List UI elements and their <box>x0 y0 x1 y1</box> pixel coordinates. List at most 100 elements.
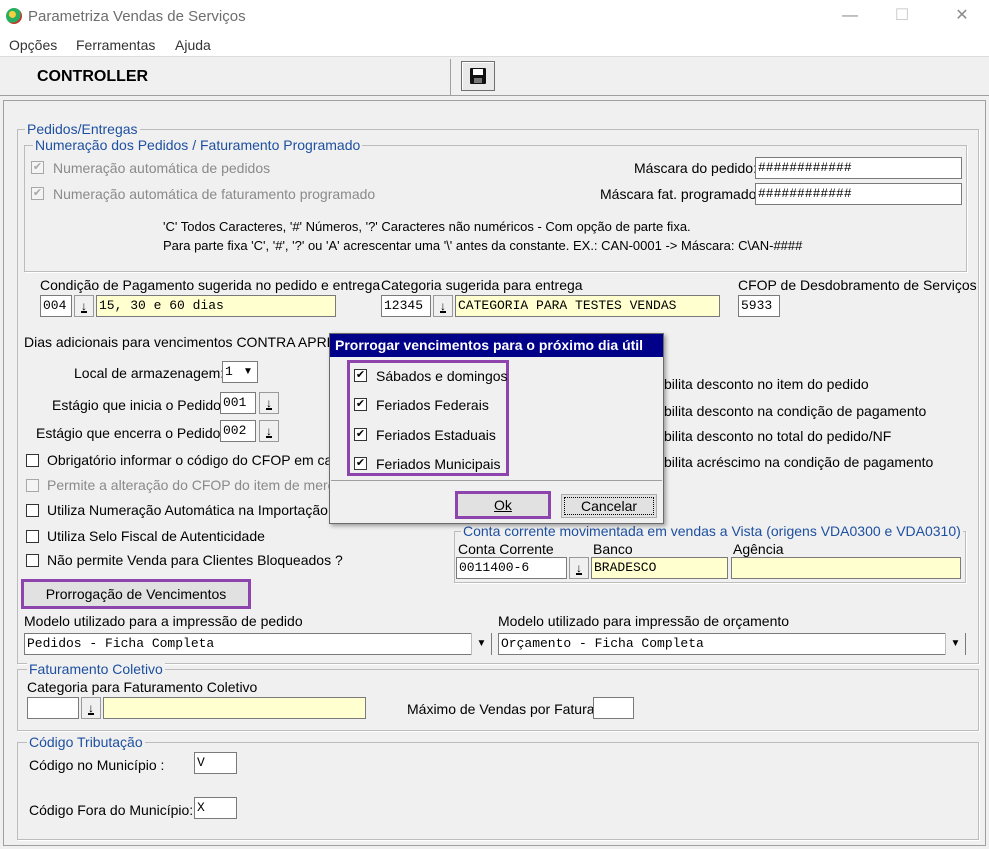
conta-lookup-button[interactable]: ↓ <box>569 557 589 579</box>
cfop-obrigatorio-label: Obrigatório informar o código do CFOP em… <box>47 452 348 468</box>
floppy-disk-icon <box>470 68 486 84</box>
clientes-bloqueados-checkbox[interactable] <box>26 554 39 567</box>
estagio-fim-label: Estágio que encerra o Pedido: <box>36 425 225 441</box>
codigo-fora-field[interactable]: X <box>194 797 237 819</box>
num-auto-import-checkbox[interactable] <box>26 504 39 517</box>
acrescimo-condicao-label: bilita acréscimo na condição de pagament… <box>664 454 934 470</box>
auto-fat-label: Numeração automática de faturamento prog… <box>53 186 376 202</box>
menu-bar: Opções Ferramentas Ajuda <box>0 34 989 56</box>
selo-fiscal-checkbox[interactable] <box>26 530 39 543</box>
modelo-orc-value: Orçamento - Ficha Completa <box>501 636 704 651</box>
mascara-fat-field[interactable]: ############ <box>755 183 962 205</box>
chevron-down-icon[interactable]: ▼ <box>945 633 965 655</box>
download-arrow-icon: ↓ <box>440 299 446 313</box>
cfop-field[interactable]: 5933 <box>738 295 780 317</box>
categoria-label: Categoria sugerida para entrega <box>381 277 583 293</box>
cancel-button[interactable]: Cancelar <box>561 494 657 518</box>
estagio-ini-lookup-button[interactable]: ↓ <box>259 392 279 414</box>
menu-ajuda[interactable]: Ajuda <box>175 37 211 53</box>
ok-button[interactable]: Ok <box>455 491 551 519</box>
agencia-field <box>731 557 961 579</box>
pedidos-legend: Pedidos/Entregas <box>25 121 140 137</box>
categoria-lookup-button[interactable]: ↓ <box>433 295 453 317</box>
feriados-federais-checkbox[interactable]: ✔ <box>354 398 367 411</box>
local-value: 1 <box>225 364 233 379</box>
chevron-down-icon[interactable]: ▼ <box>471 633 491 655</box>
selo-fiscal-label: Utiliza Selo Fiscal de Autenticidade <box>47 528 265 544</box>
cond-pag-label: Condição de Pagamento sugerida no pedido… <box>40 277 381 293</box>
coletivo-categoria-code-field[interactable] <box>27 697 79 719</box>
desconto-condicao-label: bilita desconto na condição de pagamento <box>664 403 927 419</box>
modelo-pedido-label: Modelo utilizado para a impressão de ped… <box>24 613 303 629</box>
num-auto-import-label: Utiliza Numeração Automática na Importaç… <box>47 502 340 518</box>
mascara-help-1: 'C' Todos Caracteres, '#' Números, '?' C… <box>163 219 691 234</box>
agencia-label: Agência <box>733 541 784 557</box>
clientes-bloqueados-label: Não permite Venda para Clientes Bloquead… <box>47 552 343 568</box>
mascara-fat-label: Máscara fat. programado: <box>600 186 761 202</box>
estagio-ini-label: Estágio que inicia o Pedido: <box>52 397 225 413</box>
codigo-municipio-field[interactable]: V <box>194 752 237 774</box>
auto-fat-checkbox[interactable]: ✔ <box>31 187 44 200</box>
dias-adicionais-label: Dias adicionais para vencimentos CONTRA … <box>24 334 346 350</box>
feriados-municipais-label: Feriados Municipais <box>376 456 501 472</box>
mascara-help-2: Para parte fixa 'C', '#', '?' ou 'A' acr… <box>163 238 803 253</box>
sabados-label: Sábados e domingos <box>376 368 508 384</box>
sabados-checkbox[interactable]: ✔ <box>354 369 367 382</box>
menu-ferramentas[interactable]: Ferramentas <box>76 37 155 53</box>
chevron-down-icon[interactable]: ▼ <box>239 362 257 382</box>
cfop-obrigatorio-checkbox[interactable] <box>26 454 39 467</box>
feriados-estaduais-label: Feriados Estaduais <box>376 427 496 443</box>
numeracao-legend: Numeração dos Pedidos / Faturamento Prog… <box>33 137 363 153</box>
cond-pag-lookup-button[interactable]: ↓ <box>74 295 94 317</box>
download-arrow-icon: ↓ <box>576 561 582 575</box>
conta-corrente-legend: Conta corrente movimentada em vendas a V… <box>461 523 963 539</box>
desconto-total-label: bilita desconto no total do pedido/NF <box>664 428 892 444</box>
mascara-pedido-field[interactable]: ############ <box>755 157 962 179</box>
conta-label: Conta Corrente <box>458 541 554 557</box>
categoria-code-field[interactable]: 12345 <box>381 295 431 317</box>
minimize-button[interactable]: — <box>839 5 861 27</box>
download-arrow-icon: ↓ <box>266 424 272 438</box>
prorrogar-dialog: Prorrogar vencimentos para o próximo dia… <box>329 333 664 524</box>
download-arrow-icon: ↓ <box>81 299 87 313</box>
estagio-fim-lookup-button[interactable]: ↓ <box>259 420 279 442</box>
feriados-estaduais-checkbox[interactable]: ✔ <box>354 428 367 441</box>
toolbar-title: CONTROLLER <box>37 68 149 85</box>
max-vendas-field[interactable] <box>593 697 634 719</box>
coletivo-categoria-label: Categoria para Faturamento Coletivo <box>27 679 258 695</box>
close-button[interactable]: ✕ <box>951 5 973 27</box>
estagio-fim-field[interactable]: 002 <box>220 420 256 442</box>
alt-cfop-label: Permite a alteração do CFOP do item de m… <box>47 477 351 493</box>
codigo-fora-label: Código Fora do Município: <box>29 802 194 818</box>
feriados-municipais-checkbox[interactable]: ✔ <box>354 457 367 470</box>
coletivo-lookup-button[interactable]: ↓ <box>81 697 101 719</box>
banco-label: Banco <box>593 541 633 557</box>
codigo-municipio-label: Código no Município : <box>29 757 165 773</box>
conta-field[interactable]: 0011400-6 <box>456 557 567 579</box>
toolbar: CONTROLLER <box>0 56 989 96</box>
download-arrow-icon: ↓ <box>88 701 94 715</box>
cond-pag-code-field[interactable]: 004 <box>40 295 72 317</box>
banco-field: BRADESCO <box>591 557 728 579</box>
coletivo-legend: Faturamento Coletivo <box>27 661 165 677</box>
modelo-orc-select[interactable]: Orçamento - Ficha Completa <box>498 633 966 655</box>
mascara-pedido-label: Máscara do pedido: <box>634 160 757 176</box>
alt-cfop-checkbox[interactable] <box>26 479 39 492</box>
auto-pedidos-checkbox[interactable]: ✔ <box>31 161 44 174</box>
auto-pedidos-label: Numeração automática de pedidos <box>53 160 271 176</box>
menu-opcoes[interactable]: Opções <box>9 37 57 53</box>
toolbar-separator <box>450 59 451 95</box>
maximize-button[interactable]: ☐ <box>891 5 913 27</box>
cond-pag-desc-field: 15, 30 e 60 dias <box>96 295 336 317</box>
modelo-pedido-select[interactable]: Pedidos - Ficha Completa <box>24 633 492 655</box>
app-icon <box>6 8 22 24</box>
window-title: Parametriza Vendas de Serviços <box>28 8 246 25</box>
dialog-separator <box>331 480 662 481</box>
max-vendas-label: Máximo de Vendas por Fatura: <box>407 701 599 717</box>
prorrogacao-button[interactable]: Prorrogação de Vencimentos <box>21 579 251 609</box>
estagio-ini-field[interactable]: 001 <box>220 392 256 414</box>
save-button[interactable] <box>461 61 495 91</box>
categoria-desc-field: CATEGORIA PARA TESTES VENDAS <box>455 295 720 317</box>
modelo-pedido-value: Pedidos - Ficha Completa <box>27 636 215 651</box>
download-arrow-icon: ↓ <box>266 396 272 410</box>
